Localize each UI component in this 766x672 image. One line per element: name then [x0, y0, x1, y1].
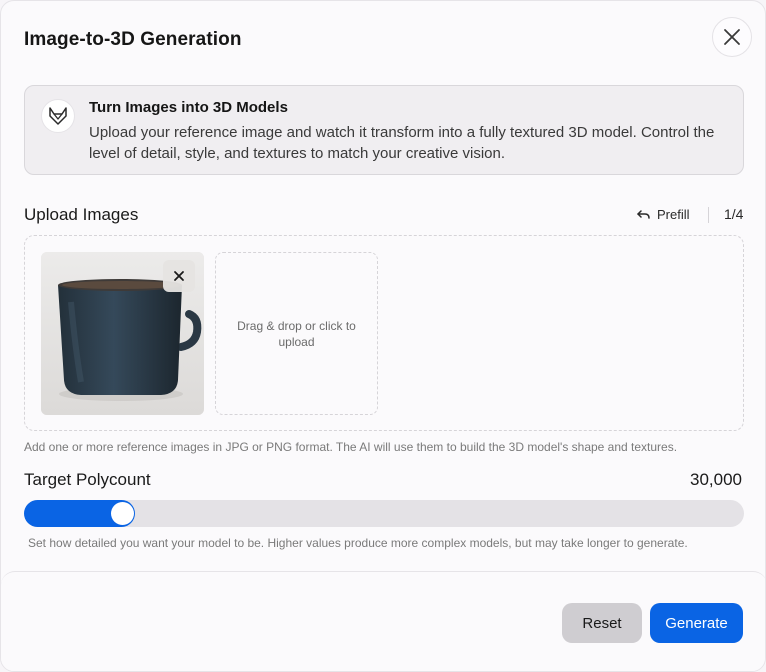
add-image-slot[interactable]: Drag & drop or click to upload — [215, 252, 378, 415]
prefill-label: Prefill — [657, 207, 690, 222]
upload-images-label: Upload Images — [24, 205, 139, 224]
upload-helper-text: Add one or more reference images in JPG … — [24, 440, 678, 454]
close-icon — [724, 29, 740, 45]
dropzone-text: Drag & drop or click to upload — [237, 318, 356, 349]
slider-thumb[interactable] — [110, 502, 134, 525]
remove-image-button[interactable] — [163, 260, 195, 292]
polycount-slider[interactable] — [24, 500, 744, 527]
divider — [708, 207, 709, 223]
reset-button[interactable]: Reset — [562, 603, 642, 643]
image-count: 1/4 — [724, 206, 744, 222]
close-icon — [174, 271, 184, 281]
prefill-button[interactable]: Prefill — [637, 207, 690, 222]
polycount-label: Target Polycount — [24, 470, 151, 489]
info-title: Turn Images into 3D Models — [89, 99, 288, 116]
undo-arrow-icon — [637, 209, 650, 219]
close-button[interactable] — [712, 17, 752, 57]
fox-logo-icon — [41, 99, 75, 133]
dialog: Image-to-3D Generation Turn Images into … — [0, 0, 766, 672]
polycount-helper-text: Set how detailed you want your model to … — [28, 536, 688, 550]
generate-button[interactable]: Generate — [650, 603, 743, 643]
info-card: Turn Images into 3D Models Upload your r… — [24, 85, 744, 175]
info-description: Upload your reference image and watch it… — [89, 124, 715, 162]
polycount-value: 30,000 — [690, 470, 742, 489]
dialog-title: Image-to-3D Generation — [24, 29, 242, 50]
